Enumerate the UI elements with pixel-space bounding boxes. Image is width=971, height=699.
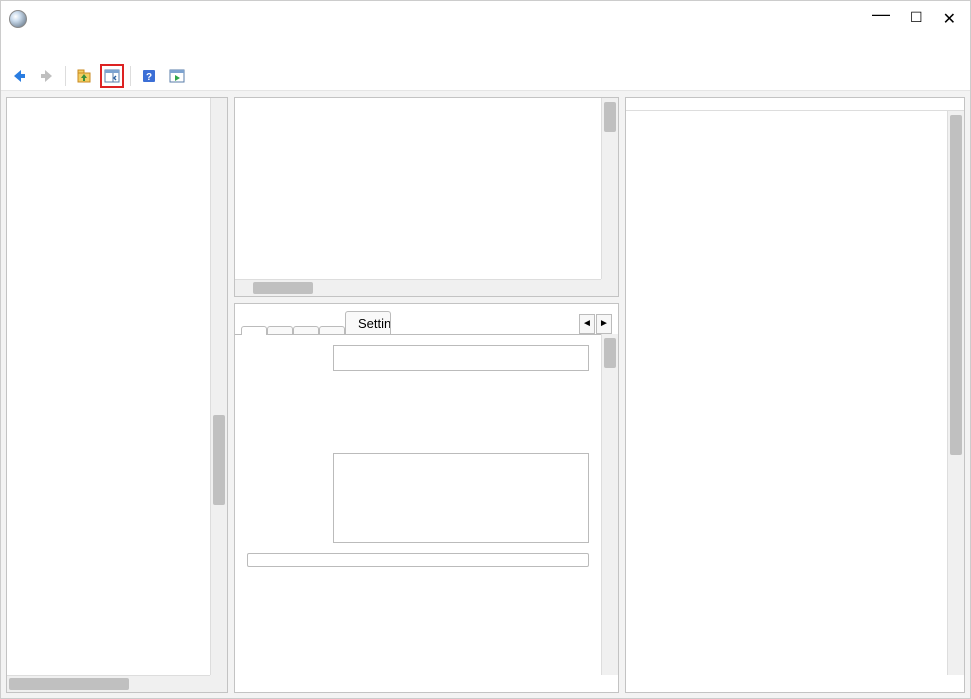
menu-action[interactable] [31,47,51,51]
toggle-panel-button[interactable] [100,64,124,88]
center-panel: Settin ◄ ► [234,97,619,693]
help-button[interactable]: ? [137,64,161,88]
titlebar: — ☐ ✕ [1,1,970,37]
detail-tabs: Settin ◄ ► [235,304,618,334]
actions-header [626,98,964,111]
task-table[interactable] [235,98,601,279]
tab-content-general [235,334,601,692]
menu-help[interactable] [79,47,99,51]
close-button[interactable]: ✕ [943,9,956,30]
tree-panel [6,97,228,693]
label-name [247,345,323,349]
field-description[interactable] [333,453,589,543]
back-button[interactable] [7,64,31,88]
actions-panel [625,97,965,693]
toolbar: ? [1,61,970,91]
menubar [1,37,970,61]
details-vscroll[interactable] [601,334,618,675]
tab-scroll-right[interactable]: ► [596,314,612,334]
field-location [333,381,589,407]
task-details-panel: Settin ◄ ► [234,303,619,693]
security-options-group [247,553,589,567]
label-description [247,453,323,457]
tree-vscroll[interactable] [210,98,227,675]
main-area: Settin ◄ ► [1,91,970,698]
field-author [333,417,589,443]
tab-settings[interactable]: Settin [345,311,391,335]
task-list-panel [234,97,619,297]
minimize-button[interactable]: — [872,4,890,25]
maximize-button[interactable]: ☐ [910,9,923,30]
tab-general[interactable] [241,326,267,335]
app-icon [9,10,27,28]
tasklist-hscroll[interactable] [235,279,601,296]
svg-text:?: ? [146,72,152,83]
tasklist-vscroll[interactable] [601,98,618,279]
tab-scroll-left[interactable]: ◄ [579,314,595,334]
tree-list[interactable] [7,98,210,675]
menu-view[interactable] [55,47,75,51]
actions-body [626,111,947,692]
field-name[interactable] [333,345,589,371]
menu-file[interactable] [7,47,27,51]
label-location [247,381,323,385]
label-author [247,417,323,421]
forward-button[interactable] [35,64,59,88]
preview-button[interactable] [165,64,189,88]
tree-hscroll[interactable] [7,675,210,692]
actions-vscroll[interactable] [947,111,964,675]
up-button[interactable] [72,64,96,88]
